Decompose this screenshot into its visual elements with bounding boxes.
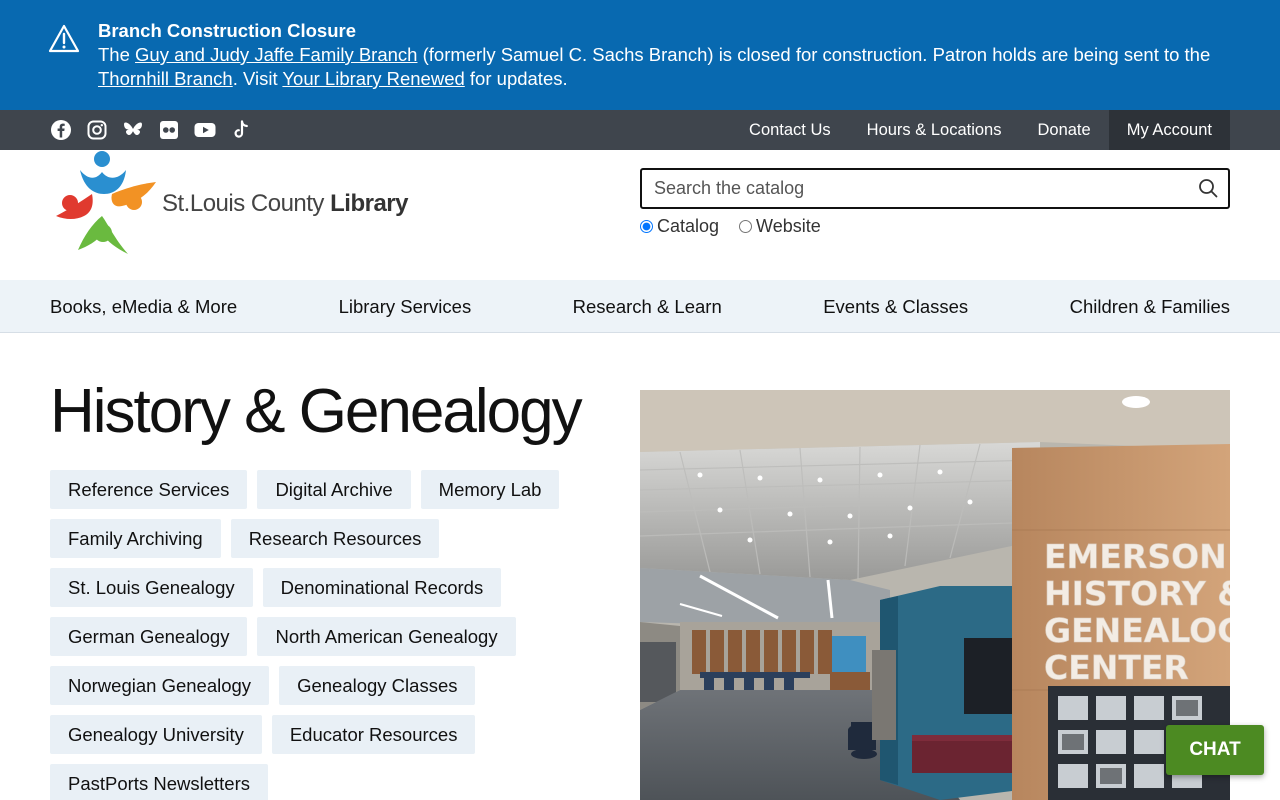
utility-bar: Contact Us Hours & Locations Donate My A… bbox=[0, 110, 1280, 150]
tag-german-genealogy[interactable]: German Genealogy bbox=[50, 617, 248, 656]
nav-events-classes[interactable]: Events & Classes bbox=[823, 280, 968, 333]
scope-catalog-radio[interactable] bbox=[640, 220, 653, 233]
alert-text-part: The bbox=[98, 44, 136, 65]
jaffe-branch-link[interactable]: Guy and Judy Jaffe Family Branch bbox=[135, 44, 417, 65]
topic-links: Reference Services Digital Archive Memor… bbox=[50, 470, 590, 800]
utility-nav: Contact Us Hours & Locations Donate My A… bbox=[731, 110, 1230, 150]
tag-memory-lab[interactable]: Memory Lab bbox=[420, 470, 560, 509]
tag-digital-archive[interactable]: Digital Archive bbox=[257, 470, 411, 509]
youtube-icon[interactable] bbox=[194, 119, 216, 141]
alert-text: Branch Construction Closure The Guy and … bbox=[98, 19, 1248, 91]
my-account-link[interactable]: My Account bbox=[1108, 110, 1230, 150]
genealogy-center-photo: EMERSON HISTORY & GENEALOGY CENTER bbox=[640, 390, 1230, 800]
tag-research-resources[interactable]: Research Resources bbox=[230, 519, 440, 558]
page-title: History & Genealogy bbox=[50, 377, 583, 446]
tag-genealogy-classes[interactable]: Genealogy Classes bbox=[279, 666, 476, 705]
tiktok-icon[interactable] bbox=[230, 119, 252, 141]
scope-catalog-label: Catalog bbox=[657, 216, 720, 236]
alert-title: Branch Construction Closure bbox=[98, 20, 356, 41]
alert-text-part: (formerly Samuel C. Sachs Branch) is clo… bbox=[417, 44, 1211, 65]
your-library-renewed-link[interactable]: Your Library Renewed bbox=[282, 68, 464, 89]
tag-denominational-records[interactable]: Denominational Records bbox=[262, 568, 502, 607]
sign-line-4: CENTER bbox=[1044, 648, 1189, 687]
chat-button[interactable]: CHAT bbox=[1166, 725, 1264, 775]
bluesky-icon[interactable] bbox=[122, 119, 144, 141]
search-icon[interactable] bbox=[1198, 178, 1218, 198]
main-nav: Books, eMedia & More Library Services Re… bbox=[0, 280, 1280, 333]
thornhill-branch-link[interactable]: Thornhill Branch bbox=[98, 68, 233, 89]
wordmark-light: St.Louis County bbox=[162, 190, 331, 217]
nav-books-emedia[interactable]: Books, eMedia & More bbox=[50, 280, 237, 333]
catalog-search bbox=[640, 168, 1230, 209]
search-scope: Catalog Website bbox=[640, 216, 821, 237]
flickr-icon[interactable] bbox=[158, 119, 180, 141]
facebook-icon[interactable] bbox=[50, 119, 72, 141]
tag-educator-resources[interactable]: Educator Resources bbox=[271, 715, 476, 754]
library-logo[interactable]: St.Louis County Library bbox=[48, 150, 408, 260]
social-links bbox=[50, 119, 252, 141]
nav-library-services[interactable]: Library Services bbox=[339, 280, 472, 333]
tag-reference-services[interactable]: Reference Services bbox=[50, 470, 248, 509]
contact-us-link[interactable]: Contact Us bbox=[731, 110, 849, 150]
alert-text-part: for updates. bbox=[464, 68, 568, 89]
library-logo-icon bbox=[56, 151, 156, 254]
tag-st-louis-genealogy[interactable]: St. Louis Genealogy bbox=[50, 568, 253, 607]
sign-line-3: GENEALOGY bbox=[1044, 611, 1230, 650]
sign-line-1: EMERSON bbox=[1044, 537, 1227, 576]
scope-website-label: Website bbox=[756, 216, 821, 236]
scope-website-radio[interactable] bbox=[739, 220, 753, 233]
nav-research-learn[interactable]: Research & Learn bbox=[573, 280, 722, 333]
wordmark-bold: Library bbox=[330, 190, 408, 217]
scope-catalog-option[interactable]: Catalog bbox=[640, 216, 719, 237]
tag-pastports-newsletters[interactable]: PastPorts Newsletters bbox=[50, 764, 268, 800]
tag-family-archiving[interactable]: Family Archiving bbox=[50, 519, 221, 558]
donate-link[interactable]: Donate bbox=[1019, 110, 1108, 150]
instagram-icon[interactable] bbox=[86, 119, 108, 141]
alert-banner: Branch Construction Closure The Guy and … bbox=[0, 0, 1280, 110]
tag-genealogy-university[interactable]: Genealogy University bbox=[50, 715, 262, 754]
sign-line-2: HISTORY & bbox=[1044, 574, 1230, 613]
alert-text-part: . Visit bbox=[232, 68, 283, 89]
hours-locations-link[interactable]: Hours & Locations bbox=[849, 110, 1020, 150]
nav-children-families[interactable]: Children & Families bbox=[1070, 280, 1230, 333]
tag-norwegian-genealogy[interactable]: Norwegian Genealogy bbox=[50, 666, 270, 705]
warning-icon bbox=[48, 24, 80, 53]
scope-website-option[interactable]: Website bbox=[739, 216, 821, 237]
library-wordmark: St.Louis County Library bbox=[162, 190, 408, 218]
search-input[interactable] bbox=[654, 170, 1174, 207]
tag-north-american-genealogy[interactable]: North American Genealogy bbox=[257, 617, 516, 656]
